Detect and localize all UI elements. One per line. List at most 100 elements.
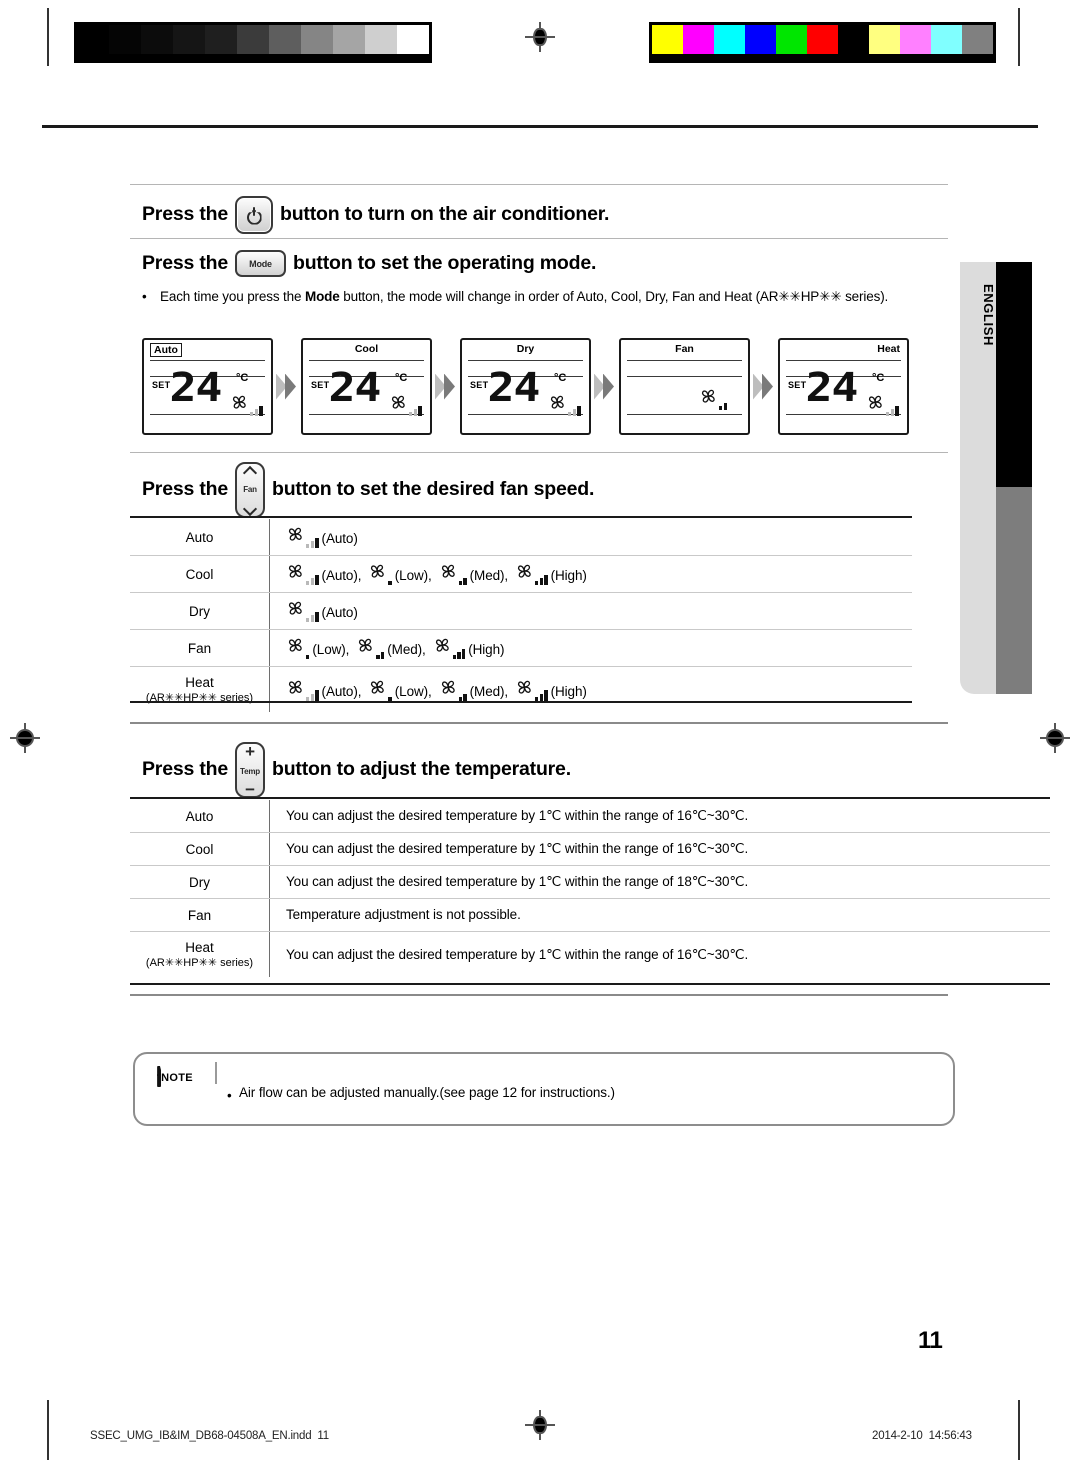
fan-indicator-low — [286, 637, 310, 659]
note-text: Air flow can be adjusted manually.(see p… — [239, 1085, 615, 1100]
footer-timestamp: 2014-2-10 14:56:43 — [872, 1430, 972, 1442]
gray-swatch-4 — [205, 25, 237, 54]
fan-speed-bars-auto — [886, 405, 899, 416]
temp-table-mode-cell: Auto — [130, 800, 270, 832]
fan-speed-button[interactable]: Fan — [235, 462, 265, 518]
fan-blade-icon — [550, 395, 564, 409]
heading-mode-prefix: Press the — [142, 251, 228, 274]
fan-speed-label: (Med), — [469, 568, 509, 583]
fan-indicator-low — [368, 679, 392, 701]
color-swatch-2 — [714, 25, 745, 54]
fan-speed-bars-low — [388, 696, 392, 701]
lcd-temperature-value: 24 — [805, 365, 858, 411]
lcd-set-label: SET — [470, 380, 489, 390]
fan-speed-label: (High) — [468, 642, 505, 657]
footer-time: 14:56:43 — [928, 1430, 972, 1442]
fan-indicator-med — [699, 388, 727, 410]
fan-speed-label: (Low), — [312, 642, 350, 657]
footer-file-name: SSEC_UMG_IB&IM_DB68-04508A_EN.indd 11 — [90, 1430, 329, 1442]
mode-name: Heat — [185, 675, 214, 690]
lcd-fan-indicator — [230, 394, 263, 416]
temperature-button[interactable]: + Temp − — [235, 742, 265, 798]
fan-indicator-auto — [389, 394, 422, 416]
fan-speed-bars-med — [376, 652, 385, 659]
chevron-up-icon — [244, 467, 256, 474]
table-row: Cool You can adjust the desired temperatu… — [130, 833, 1050, 866]
crop-mark-tr-v — [1018, 8, 1020, 66]
fan-indicator-auto — [286, 563, 319, 585]
note-divider — [215, 1062, 217, 1084]
mode-button[interactable]: Mode — [235, 250, 286, 277]
fan-speed-option: (Auto), — [286, 563, 366, 585]
fan-indicator-high — [515, 679, 548, 701]
fan-speed-label: (Auto), — [321, 683, 362, 699]
mode-name: Heat — [185, 940, 214, 955]
fan-speed-label: (Auto) — [321, 531, 358, 546]
fan-indicator-high — [433, 637, 466, 659]
fan-icon — [389, 394, 408, 416]
color-swatch-7 — [869, 25, 900, 54]
registration-mark-bottom — [525, 1410, 555, 1440]
gray-swatch-1 — [109, 25, 141, 54]
fan-icon — [515, 563, 534, 585]
section-rule-mode-top — [130, 238, 948, 239]
temp-table-desc-cell: You can adjust the desired temperature b… — [270, 932, 1050, 977]
mode-sequence-diagram: Auto SET 24 °C Cool SET 24 °C Dry SET 24 °C Fan Heat S… — [142, 338, 909, 435]
fan-speed-option: (Low), — [286, 637, 354, 659]
fan-table-mode-cell: Heat (AR✳✳HP✳✳ series) — [130, 667, 270, 712]
gray-swatch-0 — [77, 25, 109, 54]
crop-mark-br-v — [1018, 1400, 1020, 1460]
power-icon — [246, 206, 263, 224]
fan-blade-icon — [441, 564, 455, 578]
heading-fan: Press the Fan button to set the desired … — [142, 462, 594, 518]
fan-speed-option: (Med), — [439, 679, 513, 701]
fan-table-mode-cell: Dry — [130, 593, 270, 629]
fan-speed-option: (Low), — [368, 563, 436, 585]
heading-power-prefix: Press the — [142, 203, 228, 226]
fan-speed-option: (Auto), — [286, 679, 366, 701]
power-button[interactable] — [235, 196, 273, 234]
fan-blade-icon — [359, 638, 373, 652]
fan-speed-label: (Auto), — [321, 568, 362, 583]
color-swatch-8 — [900, 25, 931, 54]
temp-button-label: Temp — [240, 766, 260, 776]
fan-table-mode-cell: Fan — [130, 630, 270, 666]
gray-swatch-9 — [365, 25, 397, 54]
fan-speed-table: Auto (Auto) Cool (Auto), (Low), (Med), (High) D… — [130, 519, 912, 712]
note-icon-caption: NOTE — [161, 1072, 193, 1084]
table-row: Fan Temperature adjustment is not possibl… — [130, 899, 1050, 932]
lcd-temperature-value: 24 — [328, 365, 381, 411]
minus-icon: − — [245, 780, 255, 799]
temp-range-text: You can adjust the desired temperature b… — [286, 874, 749, 889]
fan-speed-bars-auto — [250, 405, 263, 416]
fan-icon — [515, 679, 534, 701]
fan-speed-bars-auto — [568, 405, 581, 416]
side-tab-language-label: ENGLISH — [981, 284, 996, 346]
gray-swatch-8 — [333, 25, 365, 54]
gray-swatch-5 — [237, 25, 269, 54]
fan-speed-option: (High) — [515, 563, 592, 585]
crop-mark-bl-v — [47, 1400, 49, 1460]
mode-bullet-after: button, the mode will change in order of… — [339, 289, 889, 304]
document-icon — [157, 1066, 162, 1087]
color-swatch-6 — [838, 25, 869, 54]
footer-file-name-text: SSEC_UMG_IB&IM_DB68-04508A_EN.indd — [90, 1430, 312, 1442]
fan-icon — [286, 679, 305, 701]
fan-speed-bars-med — [719, 403, 727, 410]
lcd-fan-indicator — [548, 394, 581, 416]
lcd-fan-indicator — [699, 388, 727, 410]
fan-speed-bars-auto — [306, 574, 319, 585]
heading-mode-suffix: button to set the operating mode. — [293, 251, 597, 274]
fan-indicator-med — [356, 637, 385, 659]
fan-speed-bars-auto — [409, 405, 422, 416]
temp-range-text: Temperature adjustment is not possible. — [286, 907, 521, 922]
lcd-temperature-value: 24 — [169, 365, 222, 411]
lcd-mode-label: Cool — [354, 343, 379, 355]
fan-blade-icon — [288, 527, 302, 541]
fan-speed-bars-med — [458, 578, 467, 585]
fan-icon — [433, 637, 452, 659]
color-swatch-10 — [962, 25, 993, 54]
fan-speed-option: (High) — [433, 637, 510, 659]
fan-table-speeds-cell: (Auto), (Low), (Med), (High) — [270, 667, 912, 712]
lcd-mode-label: Auto — [150, 343, 182, 357]
